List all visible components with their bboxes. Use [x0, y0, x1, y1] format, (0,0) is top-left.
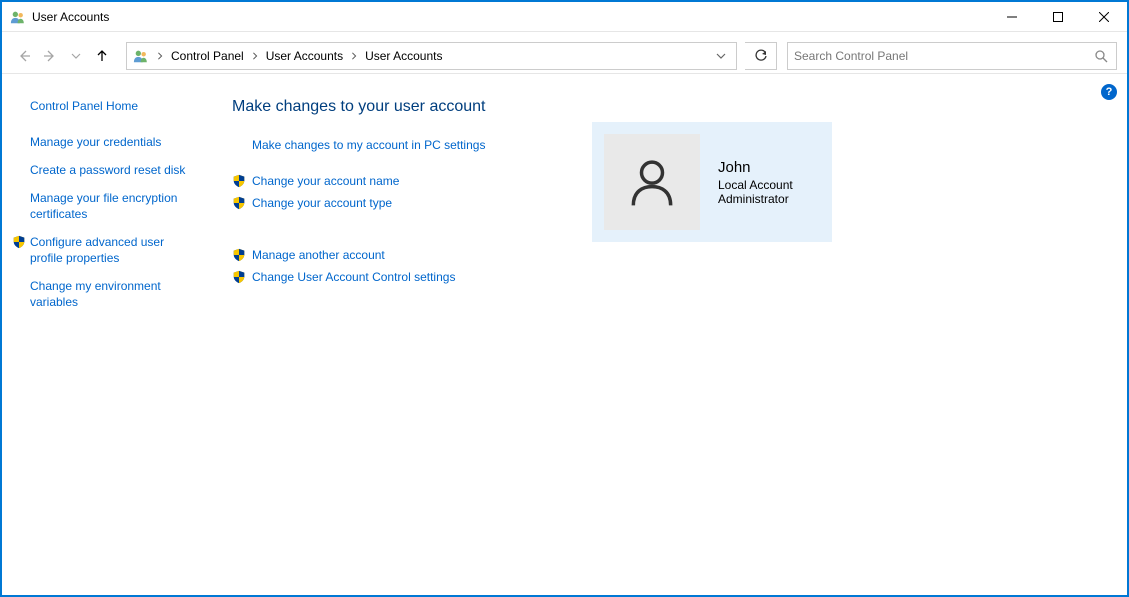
action-label: Change your account type [252, 196, 392, 210]
main-panel: Make changes to your user account Make c… [212, 90, 1127, 595]
breadcrumb-item[interactable]: User Accounts [361, 43, 446, 69]
search-input-container[interactable] [787, 42, 1117, 70]
user-account-type: Local Account [718, 178, 793, 192]
shield-icon [12, 235, 26, 249]
page-title: Make changes to your user account [232, 98, 572, 116]
shield-icon [232, 270, 246, 284]
change-account-name-link[interactable]: Change your account name [232, 174, 572, 188]
chevron-right-icon [248, 52, 262, 60]
titlebar: User Accounts [2, 2, 1127, 32]
forward-button[interactable] [38, 44, 62, 68]
navbar: Control Panel User Accounts User Account… [2, 38, 1127, 74]
sidebar-link-label: Manage your file encryption certificates [30, 190, 200, 222]
search-icon [1092, 49, 1110, 63]
control-panel-home-link[interactable]: Control Panel Home [30, 98, 202, 114]
users-icon [133, 48, 149, 64]
close-button[interactable] [1081, 2, 1127, 32]
sidebar-link-label: Create a password reset disk [30, 162, 185, 178]
recent-dropdown-button[interactable] [64, 44, 88, 68]
sidebar-link-advanced-profile[interactable]: Configure advanced user profile properti… [30, 234, 202, 266]
user-card: John Local Account Administrator [592, 122, 832, 242]
sidebar-link-label: Change my environment variables [30, 278, 200, 310]
sidebar-home-label: Control Panel Home [30, 98, 138, 114]
action-label: Manage another account [252, 248, 385, 262]
maximize-button[interactable] [1035, 2, 1081, 32]
search-input[interactable] [794, 49, 1092, 63]
sidebar-link-credentials[interactable]: Manage your credentials [30, 134, 202, 150]
sidebar-link-password-reset[interactable]: Create a password reset disk [30, 162, 202, 178]
shield-icon [232, 174, 246, 188]
shield-icon [232, 248, 246, 262]
breadcrumb-item[interactable]: User Accounts [262, 43, 347, 69]
refresh-button[interactable] [745, 42, 777, 70]
breadcrumb[interactable]: Control Panel User Accounts User Account… [126, 42, 737, 70]
avatar [604, 134, 700, 230]
minimize-button[interactable] [989, 2, 1035, 32]
pc-settings-link[interactable]: Make changes to my account in PC setting… [232, 138, 572, 152]
chevron-right-icon [153, 52, 167, 60]
breadcrumb-item[interactable]: Control Panel [167, 43, 248, 69]
sidebar-link-env-vars[interactable]: Change my environment variables [30, 278, 202, 310]
back-button[interactable] [12, 44, 36, 68]
manage-another-account-link[interactable]: Manage another account [232, 248, 572, 262]
user-role: Administrator [718, 192, 793, 206]
window-title: User Accounts [32, 10, 109, 24]
change-uac-link[interactable]: Change User Account Control settings [232, 270, 572, 284]
help-button[interactable]: ? [1101, 84, 1117, 100]
change-account-type-link[interactable]: Change your account type [232, 196, 572, 210]
sidebar: Control Panel Home Manage your credentia… [2, 90, 212, 595]
sidebar-link-label: Configure advanced user profile properti… [30, 234, 200, 266]
users-icon [10, 9, 26, 25]
shield-icon [232, 196, 246, 210]
sidebar-link-encryption[interactable]: Manage your file encryption certificates [30, 190, 202, 222]
user-info: John Local Account Administrator [718, 159, 793, 206]
chevron-right-icon [347, 52, 361, 60]
user-name: John [718, 159, 793, 176]
sidebar-link-label: Manage your credentials [30, 134, 161, 150]
action-label: Change your account name [252, 174, 399, 188]
action-label: Change User Account Control settings [252, 270, 455, 284]
up-button[interactable] [90, 44, 114, 68]
content-region: ? Control Panel Home Manage your credent… [2, 80, 1127, 595]
pc-settings-label: Make changes to my account in PC setting… [252, 138, 485, 152]
breadcrumb-dropdown-button[interactable] [706, 43, 736, 69]
